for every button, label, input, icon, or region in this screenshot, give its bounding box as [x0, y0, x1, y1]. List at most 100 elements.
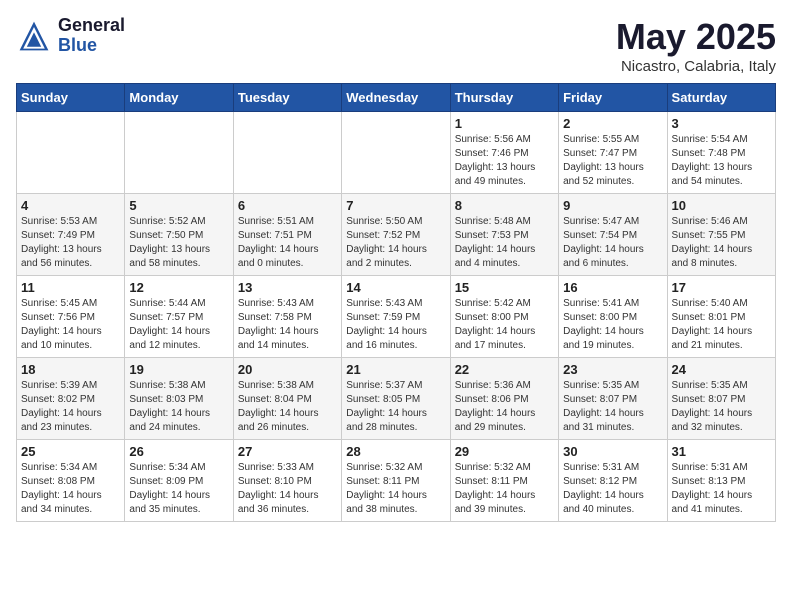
- calendar-cell: 5Sunrise: 5:52 AM Sunset: 7:50 PM Daylig…: [125, 194, 233, 276]
- calendar-cell: [233, 112, 341, 194]
- day-number: 10: [672, 198, 771, 213]
- day-info: Sunrise: 5:34 AM Sunset: 8:08 PM Dayligh…: [21, 461, 120, 517]
- day-info: Sunrise: 5:46 AM Sunset: 7:55 PM Dayligh…: [672, 215, 771, 271]
- day-number: 19: [129, 362, 228, 377]
- day-info: Sunrise: 5:35 AM Sunset: 8:07 PM Dayligh…: [672, 379, 771, 435]
- day-number: 21: [346, 362, 445, 377]
- calendar-cell: 18Sunrise: 5:39 AM Sunset: 8:02 PM Dayli…: [17, 358, 125, 440]
- day-number: 13: [238, 280, 337, 295]
- logo: General Blue: [16, 16, 125, 56]
- day-number: 23: [563, 362, 662, 377]
- calendar-cell: 20 Sunrise: 5:38 AM Sunset: 8:04 PM Dayli…: [233, 358, 341, 440]
- day-number: 24: [672, 362, 771, 377]
- day-number: 31: [672, 444, 771, 459]
- day-number: 27: [238, 444, 337, 459]
- day-info: Sunrise: 5:56 AM Sunset: 7:46 PM Dayligh…: [455, 133, 554, 189]
- day-number: 12: [129, 280, 228, 295]
- calendar-cell: 4 Sunrise: 5:53 AM Sunset: 7:49 PM Daylig…: [17, 194, 125, 276]
- day-info: Sunrise: 5:48 AM Sunset: 7:53 PM Dayligh…: [455, 215, 554, 271]
- day-number: 5: [129, 198, 228, 213]
- calendar-cell: 27 Sunrise: 5:33 AM Sunset: 8:10 PM Dayli…: [233, 440, 341, 522]
- calendar-cell: [342, 112, 450, 194]
- days-header-row: Sunday Monday Tuesday Wednesday Thursday…: [17, 84, 776, 112]
- day-number: 17: [672, 280, 771, 295]
- logo-blue-text: Blue: [58, 36, 125, 56]
- day-number: 22: [455, 362, 554, 377]
- calendar-cell: 15Sunrise: 5:42 AM Sunset: 8:00 PM Dayli…: [450, 276, 558, 358]
- calendar-cell: [125, 112, 233, 194]
- day-number: 2: [563, 116, 662, 131]
- calendar-cell: 22 Sunrise: 5:36 AM Sunset: 8:06 PM Dayli…: [450, 358, 558, 440]
- calendar-cell: 17Sunrise: 5:40 AM Sunset: 8:01 PM Dayli…: [667, 276, 775, 358]
- header-saturday: Saturday: [667, 84, 775, 112]
- calendar-cell: 6 Sunrise: 5:51 AM Sunset: 7:51 PM Daylig…: [233, 194, 341, 276]
- calendar-cell: 25Sunrise: 5:34 AM Sunset: 8:08 PM Dayli…: [17, 440, 125, 522]
- day-info: Sunrise: 5:50 AM Sunset: 7:52 PM Dayligh…: [346, 215, 445, 271]
- header-monday: Monday: [125, 84, 233, 112]
- calendar-week-3: 11 Sunrise: 5:45 AM Sunset: 7:56 PM Dayli…: [17, 276, 776, 358]
- day-number: 6: [238, 198, 337, 213]
- day-number: 11: [21, 280, 120, 295]
- calendar-cell: 9 Sunrise: 5:47 AM Sunset: 7:54 PM Daylig…: [559, 194, 667, 276]
- calendar-week-4: 18Sunrise: 5:39 AM Sunset: 8:02 PM Dayli…: [17, 358, 776, 440]
- day-info: Sunrise: 5:41 AM Sunset: 8:00 PM Dayligh…: [563, 297, 662, 353]
- calendar-cell: 30Sunrise: 5:31 AM Sunset: 8:12 PM Dayli…: [559, 440, 667, 522]
- calendar-cell: 19Sunrise: 5:38 AM Sunset: 8:03 PM Dayli…: [125, 358, 233, 440]
- day-info: Sunrise: 5:34 AM Sunset: 8:09 PM Dayligh…: [129, 461, 228, 517]
- calendar-week-5: 25Sunrise: 5:34 AM Sunset: 8:08 PM Dayli…: [17, 440, 776, 522]
- day-info: Sunrise: 5:44 AM Sunset: 7:57 PM Dayligh…: [129, 297, 228, 353]
- calendar-cell: 23 Sunrise: 5:35 AM Sunset: 8:07 PM Dayli…: [559, 358, 667, 440]
- calendar-cell: 31 Sunrise: 5:31 AM Sunset: 8:13 PM Dayli…: [667, 440, 775, 522]
- day-number: 7: [346, 198, 445, 213]
- day-info: Sunrise: 5:31 AM Sunset: 8:12 PM Dayligh…: [563, 461, 662, 517]
- calendar-table: Sunday Monday Tuesday Wednesday Thursday…: [16, 83, 776, 522]
- header-thursday: Thursday: [450, 84, 558, 112]
- day-number: 8: [455, 198, 554, 213]
- header: General Blue May 2025 Nicastro, Calabria…: [16, 16, 776, 75]
- day-info: Sunrise: 5:36 AM Sunset: 8:06 PM Dayligh…: [455, 379, 554, 435]
- day-info: Sunrise: 5:38 AM Sunset: 8:04 PM Dayligh…: [238, 379, 337, 435]
- day-info: Sunrise: 5:47 AM Sunset: 7:54 PM Dayligh…: [563, 215, 662, 271]
- calendar-cell: 26Sunrise: 5:34 AM Sunset: 8:09 PM Dayli…: [125, 440, 233, 522]
- day-info: Sunrise: 5:55 AM Sunset: 7:47 PM Dayligh…: [563, 133, 662, 189]
- day-info: Sunrise: 5:43 AM Sunset: 7:58 PM Dayligh…: [238, 297, 337, 353]
- day-number: 3: [672, 116, 771, 131]
- day-number: 29: [455, 444, 554, 459]
- calendar-cell: 13 Sunrise: 5:43 AM Sunset: 7:58 PM Dayli…: [233, 276, 341, 358]
- calendar-cell: 10 Sunrise: 5:46 AM Sunset: 7:55 PM Dayli…: [667, 194, 775, 276]
- day-number: 1: [455, 116, 554, 131]
- header-sunday: Sunday: [17, 84, 125, 112]
- calendar-cell: 11 Sunrise: 5:45 AM Sunset: 7:56 PM Dayli…: [17, 276, 125, 358]
- day-info: Sunrise: 5:32 AM Sunset: 8:11 PM Dayligh…: [346, 461, 445, 517]
- day-info: Sunrise: 5:42 AM Sunset: 8:00 PM Dayligh…: [455, 297, 554, 353]
- logo-general-text: General: [58, 16, 125, 36]
- day-number: 28: [346, 444, 445, 459]
- calendar-cell: 3 Sunrise: 5:54 AM Sunset: 7:48 PM Daylig…: [667, 112, 775, 194]
- calendar-cell: 24 Sunrise: 5:35 AM Sunset: 8:07 PM Dayli…: [667, 358, 775, 440]
- day-number: 9: [563, 198, 662, 213]
- day-info: Sunrise: 5:35 AM Sunset: 8:07 PM Dayligh…: [563, 379, 662, 435]
- subtitle: Nicastro, Calabria, Italy: [616, 58, 776, 75]
- day-info: Sunrise: 5:53 AM Sunset: 7:49 PM Dayligh…: [21, 215, 120, 271]
- day-info: Sunrise: 5:31 AM Sunset: 8:13 PM Dayligh…: [672, 461, 771, 517]
- logo-icon: [16, 18, 52, 54]
- calendar-cell: 29 Sunrise: 5:32 AM Sunset: 8:11 PM Dayli…: [450, 440, 558, 522]
- day-info: Sunrise: 5:32 AM Sunset: 8:11 PM Dayligh…: [455, 461, 554, 517]
- day-number: 18: [21, 362, 120, 377]
- calendar-cell: [17, 112, 125, 194]
- day-number: 16: [563, 280, 662, 295]
- day-info: Sunrise: 5:51 AM Sunset: 7:51 PM Dayligh…: [238, 215, 337, 271]
- day-number: 20: [238, 362, 337, 377]
- calendar-week-1: 1 Sunrise: 5:56 AM Sunset: 7:46 PM Daylig…: [17, 112, 776, 194]
- day-info: Sunrise: 5:54 AM Sunset: 7:48 PM Dayligh…: [672, 133, 771, 189]
- day-info: Sunrise: 5:33 AM Sunset: 8:10 PM Dayligh…: [238, 461, 337, 517]
- calendar-cell: 16 Sunrise: 5:41 AM Sunset: 8:00 PM Dayli…: [559, 276, 667, 358]
- day-info: Sunrise: 5:43 AM Sunset: 7:59 PM Dayligh…: [346, 297, 445, 353]
- title-area: May 2025 Nicastro, Calabria, Italy: [616, 16, 776, 75]
- calendar-cell: 1 Sunrise: 5:56 AM Sunset: 7:46 PM Daylig…: [450, 112, 558, 194]
- day-info: Sunrise: 5:45 AM Sunset: 7:56 PM Dayligh…: [21, 297, 120, 353]
- calendar-cell: 7 Sunrise: 5:50 AM Sunset: 7:52 PM Daylig…: [342, 194, 450, 276]
- header-tuesday: Tuesday: [233, 84, 341, 112]
- calendar-cell: 12 Sunrise: 5:44 AM Sunset: 7:57 PM Dayli…: [125, 276, 233, 358]
- day-number: 4: [21, 198, 120, 213]
